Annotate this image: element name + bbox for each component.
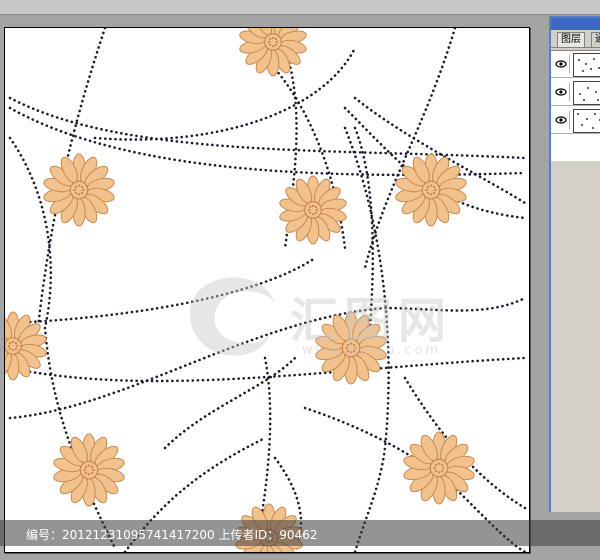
panel-tab-strip: 图层 通	[551, 31, 600, 48]
footer-info-bar: 编号：20121231095741417200 上传者ID：90462	[0, 520, 600, 546]
dotted-curve	[8, 256, 317, 325]
floral-pattern-artwork	[5, 28, 527, 552]
flower	[395, 153, 467, 227]
layer-row[interactable]	[551, 79, 600, 106]
dotted-curve	[363, 28, 457, 270]
visibility-eye-icon[interactable]	[553, 55, 570, 73]
dotted-curve	[8, 96, 527, 160]
dotted-curve	[8, 296, 527, 420]
layer-thumbnail	[573, 109, 600, 133]
layer-thumbnail	[573, 53, 600, 77]
tab-layers[interactable]: 图层	[557, 32, 585, 47]
flower	[239, 28, 307, 77]
layer-row[interactable]	[551, 107, 600, 134]
layers-panel: 图层 通	[549, 16, 600, 512]
layer-thumbnail	[573, 81, 600, 105]
layer-list	[551, 50, 600, 161]
dotted-curve	[353, 126, 375, 330]
tab-channels[interactable]: 通	[591, 32, 600, 47]
footer-info-text: 编号：20121231095741417200 上传者ID：90462	[26, 528, 318, 542]
flower	[43, 153, 115, 227]
layer-row[interactable]	[551, 51, 600, 78]
panel-title-bar[interactable]	[551, 18, 600, 30]
flower	[279, 175, 347, 245]
document-canvas[interactable]: 汇图网 www.huitu.com	[4, 27, 530, 553]
flower	[403, 431, 475, 505]
dotted-curve	[8, 136, 53, 330]
flower-group	[5, 28, 475, 552]
visibility-eye-icon[interactable]	[553, 111, 570, 129]
dotted-curve	[93, 46, 357, 141]
flower	[53, 433, 125, 507]
dotted-curve	[163, 356, 297, 450]
top-window-strip	[0, 0, 600, 15]
visibility-eye-icon[interactable]	[553, 83, 570, 101]
